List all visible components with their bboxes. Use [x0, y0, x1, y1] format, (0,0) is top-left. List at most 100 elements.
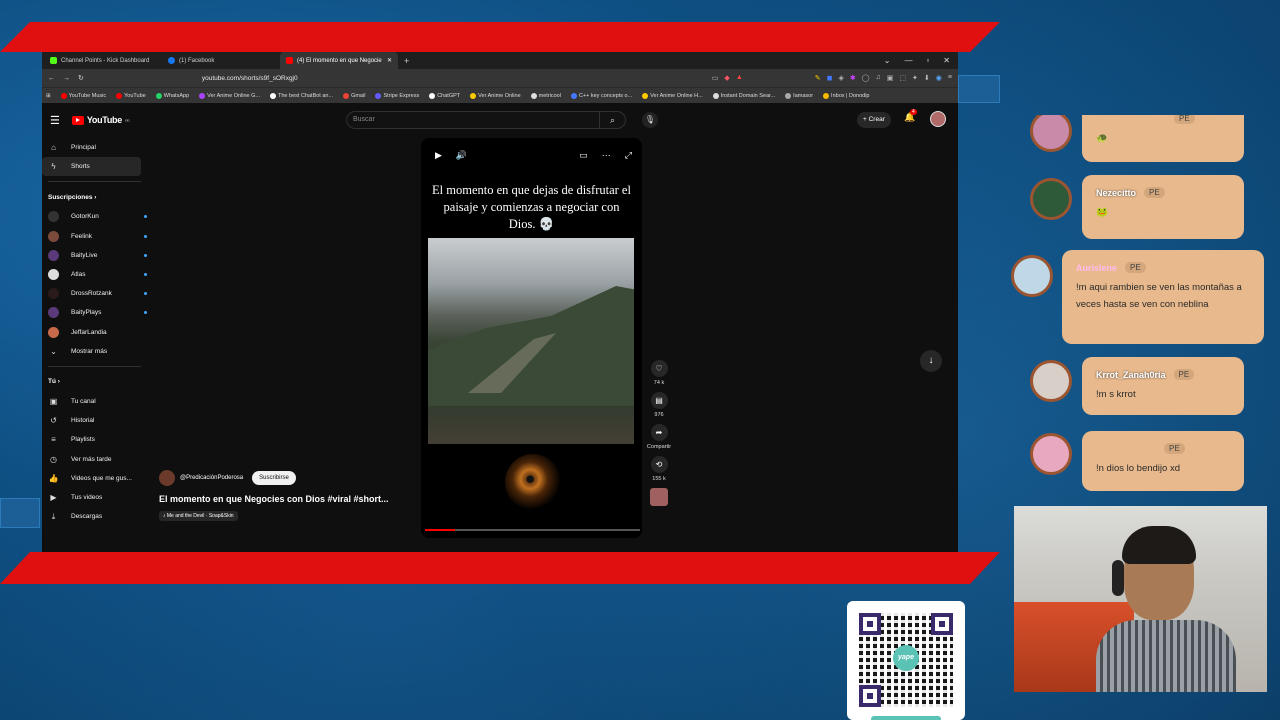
sidebar-item-shorts[interactable]: ϟ Shorts	[42, 157, 141, 177]
sidebar-sub-feelink[interactable]: Feelink	[42, 227, 147, 246]
play-icon[interactable]: ▶	[435, 150, 442, 161]
search-icon[interactable]: ⌕	[599, 112, 625, 128]
bookmark-gmail[interactable]: Gmail	[343, 92, 365, 99]
progress-bar[interactable]	[425, 529, 640, 531]
channel-name[interactable]: @PredicaciónPoderosa	[180, 475, 243, 481]
tab-facebook[interactable]: (1) Facebook	[162, 52, 280, 69]
back-icon[interactable]: ←	[48, 75, 55, 82]
bookmark-anime-g[interactable]: Ver Anime Online G...	[199, 92, 260, 99]
you-heading[interactable]: Tú ›	[42, 372, 147, 392]
youtube-logo[interactable]: YouTube PE	[71, 115, 130, 125]
pen-icon[interactable]: ✎	[815, 74, 821, 82]
sidebar-item-your-videos[interactable]: ▶ Tus videos	[42, 488, 147, 507]
bookmark-anime[interactable]: Ver Anime Online	[470, 92, 521, 99]
sidebar-item-playlists[interactable]: ≡ Playlists	[42, 430, 147, 449]
brave-icon[interactable]: ◆	[724, 74, 729, 82]
maximize-icon[interactable]: ▫	[926, 56, 929, 65]
sidebar-item-tu-canal[interactable]: ▣ Tu canal	[42, 392, 147, 411]
sidebar-item-watch-later[interactable]: ◷ Ver más tarde	[42, 449, 147, 468]
subscriptions-heading[interactable]: Suscripciones ›	[42, 187, 147, 207]
channel-avatar[interactable]	[159, 470, 175, 486]
account-avatar[interactable]	[930, 111, 946, 127]
like-button[interactable]: ♡ 74 k	[646, 360, 672, 386]
sidebar-sub-gotorkun[interactable]: GotorKun	[42, 207, 147, 226]
bookmark-chatgpt[interactable]: ChatGPT	[429, 92, 460, 99]
sidebar-item-liked[interactable]: 👍 Videos que me gus...	[42, 469, 147, 488]
bookmark-domain[interactable]: Instant Domain Sear...	[712, 92, 775, 99]
music-icon[interactable]: ♫	[876, 74, 881, 82]
comments-button[interactable]: ▤ 976	[646, 392, 672, 418]
gmail-icon	[343, 92, 350, 99]
minimize-icon[interactable]: —	[904, 56, 912, 65]
bookmark-anime-h[interactable]: Ver Anime Online H...	[642, 92, 703, 99]
extension-icon[interactable]: ◼	[827, 74, 833, 82]
bookmark-iamasor[interactable]: Iamasor	[785, 92, 813, 99]
next-short-button[interactable]: ↓	[920, 350, 942, 372]
show-more-button[interactable]: ⌄ Mostrar más	[42, 342, 147, 361]
share-button[interactable]: ➦ Compartir	[646, 424, 672, 450]
extension-icon-3[interactable]: ✱	[850, 74, 856, 82]
extension-icon-5[interactable]: ▣	[887, 74, 894, 82]
extension-icon-6[interactable]: ⬚	[899, 74, 906, 82]
tab-youtube[interactable]: (4) El momento en que Negocie ✕	[280, 52, 398, 69]
sidebar-sub-baityplays[interactable]: BaityPlays	[42, 303, 147, 322]
close-tab-icon[interactable]: ✕	[387, 57, 392, 64]
donodip-icon	[823, 92, 830, 99]
bookmark-metricool[interactable]: metricool	[530, 92, 561, 99]
short-title[interactable]: El momento en que Negocies con Dios #vir…	[159, 494, 419, 504]
live-dot	[144, 234, 147, 238]
download-icon[interactable]: ⬇	[924, 74, 930, 82]
sidebar-sub-atlas[interactable]: Atlas	[42, 265, 147, 284]
bookmark-youtube[interactable]: YouTube	[116, 92, 146, 99]
sidebar-item-principal[interactable]: ⌂ Principal	[42, 138, 147, 157]
extension-icon-2[interactable]: ◈	[838, 74, 843, 82]
bookmark-stripe[interactable]: Stripe Express	[375, 92, 419, 99]
live-dot	[144, 311, 147, 315]
captions-icon[interactable]: ▭	[579, 150, 588, 161]
more-options-icon[interactable]: ⋯	[602, 150, 611, 161]
player-controls: ▶ 🔊 ▭ ⋯ ⤢	[435, 150, 632, 161]
notifications-bell-icon[interactable]: 🔔 4	[904, 109, 917, 123]
streamer-sweater	[1096, 620, 1236, 692]
short-player[interactable]: ▶ 🔊 ▭ ⋯ ⤢ El momento en que dejas de dis…	[421, 138, 642, 538]
bookmark-cpp[interactable]: C++ key concepts o...	[570, 92, 632, 99]
tab-search-icon[interactable]: ⌄	[884, 56, 891, 65]
apps-grid-icon[interactable]: ⊞	[46, 93, 51, 99]
profile-icon[interactable]: ◉	[936, 74, 942, 82]
iamasor-icon	[785, 92, 792, 99]
bookmark-youtube-music[interactable]: YouTube Music	[60, 92, 106, 99]
subscribe-button[interactable]: Suscribirse	[252, 471, 296, 485]
chat-text: !m aqui rambien se ven las montañas a ve…	[1076, 282, 1242, 310]
microphone-icon[interactable]: 🎙	[642, 112, 658, 128]
browser-menu-icon[interactable]: ≡	[948, 74, 952, 82]
fullscreen-icon[interactable]: ⤢	[625, 150, 632, 161]
url-field[interactable]: youtube.com/shorts/s9f_sORxgj0	[202, 75, 298, 82]
tab-kick[interactable]: Channel Points - Kick Dashboard	[44, 52, 162, 69]
search-input[interactable]: Buscar ⌕	[346, 111, 626, 129]
live-dot	[144, 292, 147, 296]
reload-icon[interactable]: ↻	[78, 74, 84, 82]
close-window-icon[interactable]: ✕	[943, 56, 950, 65]
sound-thumbnail[interactable]	[650, 488, 668, 506]
hamburger-menu-icon[interactable]: ☰	[50, 114, 60, 127]
cast-icon[interactable]: ▭	[712, 74, 719, 82]
bookmark-donodip[interactable]: Inbox | Donodip	[823, 92, 869, 99]
pdf-icon[interactable]: ▲	[736, 74, 743, 82]
puzzle-icon[interactable]: ✦	[912, 74, 918, 82]
sidebar-item-downloads[interactable]: ⤓ Descargas	[42, 507, 147, 526]
sidebar-sub-jeffarlandia[interactable]: JeffarLandia	[42, 323, 147, 342]
sidebar-item-historial[interactable]: ↺ Historial	[42, 411, 147, 430]
sidebar-sub-dross[interactable]: DrossRotzank	[42, 284, 147, 303]
channel-icon: ▣	[49, 396, 58, 406]
create-button[interactable]: + Crear	[857, 112, 891, 128]
bookmark-chatbot[interactable]: The best ChatBot an...	[270, 92, 333, 99]
remix-button[interactable]: ⟲ 155 k	[646, 456, 672, 482]
bookmark-whatsapp[interactable]: WhatsApp	[155, 92, 189, 99]
sidebar-sub-baitylive[interactable]: BaityLive	[42, 246, 147, 265]
volume-icon[interactable]: 🔊	[456, 150, 467, 161]
address-bar: ← → ↻ youtube.com/shorts/s9f_sORxgj0 ▭ ◆…	[42, 69, 958, 87]
song-chip[interactable]: ♪ Me and the Devil · Soap&Skin	[159, 511, 238, 521]
extension-icon-4[interactable]: ◯	[862, 74, 870, 82]
new-tab-button[interactable]: +	[404, 56, 409, 66]
forward-icon[interactable]: →	[63, 75, 70, 82]
